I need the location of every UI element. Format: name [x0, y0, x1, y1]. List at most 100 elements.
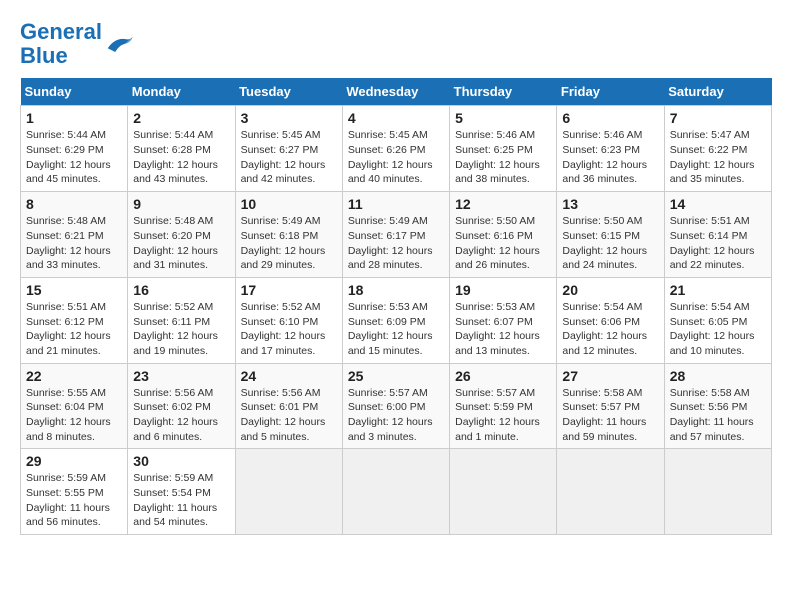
- calendar-cell: 20 Sunrise: 5:54 AM Sunset: 6:06 PM Dayli…: [557, 277, 664, 363]
- calendar-cell: 8 Sunrise: 5:48 AM Sunset: 6:21 PM Daylig…: [21, 192, 128, 278]
- calendar-cell: 14 Sunrise: 5:51 AM Sunset: 6:14 PM Dayli…: [664, 192, 771, 278]
- calendar-cell: 10 Sunrise: 5:49 AM Sunset: 6:18 PM Dayli…: [235, 192, 342, 278]
- calendar-table: SundayMondayTuesdayWednesdayThursdayFrid…: [20, 78, 772, 535]
- day-info: Sunrise: 5:50 AM Sunset: 6:16 PM Dayligh…: [455, 214, 551, 273]
- calendar-cell: 16 Sunrise: 5:52 AM Sunset: 6:11 PM Dayli…: [128, 277, 235, 363]
- day-number: 11: [348, 196, 444, 212]
- day-number: 4: [348, 110, 444, 126]
- day-info: Sunrise: 5:48 AM Sunset: 6:21 PM Dayligh…: [26, 214, 122, 273]
- day-info: Sunrise: 5:47 AM Sunset: 6:22 PM Dayligh…: [670, 128, 766, 187]
- day-info: Sunrise: 5:45 AM Sunset: 6:27 PM Dayligh…: [241, 128, 337, 187]
- calendar-cell: 18 Sunrise: 5:53 AM Sunset: 6:09 PM Dayli…: [342, 277, 449, 363]
- day-info: Sunrise: 5:50 AM Sunset: 6:15 PM Dayligh…: [562, 214, 658, 273]
- day-number: 10: [241, 196, 337, 212]
- day-number: 13: [562, 196, 658, 212]
- calendar-cell: 21 Sunrise: 5:54 AM Sunset: 6:05 PM Dayli…: [664, 277, 771, 363]
- calendar-cell: 19 Sunrise: 5:53 AM Sunset: 6:07 PM Dayli…: [450, 277, 557, 363]
- day-info: Sunrise: 5:49 AM Sunset: 6:17 PM Dayligh…: [348, 214, 444, 273]
- day-number: 16: [133, 282, 229, 298]
- day-number: 9: [133, 196, 229, 212]
- day-info: Sunrise: 5:48 AM Sunset: 6:20 PM Dayligh…: [133, 214, 229, 273]
- day-info: Sunrise: 5:57 AM Sunset: 5:59 PM Dayligh…: [455, 386, 551, 445]
- calendar-cell: 25Sunrise: 5:57 AM Sunset: 6:00 PM Dayli…: [342, 363, 449, 449]
- calendar-cell: [557, 449, 664, 535]
- day-number: 28: [670, 368, 766, 384]
- day-number: 21: [670, 282, 766, 298]
- day-info: Sunrise: 5:46 AM Sunset: 6:25 PM Dayligh…: [455, 128, 551, 187]
- day-info: Sunrise: 5:54 AM Sunset: 6:05 PM Dayligh…: [670, 300, 766, 359]
- weekday-header-saturday: Saturday: [664, 78, 771, 106]
- day-number: 12: [455, 196, 551, 212]
- day-number: 27: [562, 368, 658, 384]
- day-number: 19: [455, 282, 551, 298]
- day-number: 18: [348, 282, 444, 298]
- day-number: 8: [26, 196, 122, 212]
- calendar-cell: 23 Sunrise: 5:56 AM Sunset: 6:02 PM Dayli…: [128, 363, 235, 449]
- calendar-cell: 28 Sunrise: 5:58 AM Sunset: 5:56 PM Dayli…: [664, 363, 771, 449]
- day-info: Sunrise: 5:51 AM Sunset: 6:14 PM Dayligh…: [670, 214, 766, 273]
- day-number: 14: [670, 196, 766, 212]
- day-info: Sunrise: 5:59 AM Sunset: 5:54 PM Dayligh…: [133, 471, 229, 530]
- calendar-cell: 3 Sunrise: 5:45 AM Sunset: 6:27 PM Daylig…: [235, 106, 342, 192]
- calendar-cell: 7 Sunrise: 5:47 AM Sunset: 6:22 PM Daylig…: [664, 106, 771, 192]
- calendar-cell: [235, 449, 342, 535]
- calendar-week-row: 29 Sunrise: 5:59 AM Sunset: 5:55 PM Dayli…: [21, 449, 772, 535]
- day-number: 23: [133, 368, 229, 384]
- weekday-header-row: SundayMondayTuesdayWednesdayThursdayFrid…: [21, 78, 772, 106]
- calendar-week-row: 1Sunrise: 5:44 AM Sunset: 6:29 PM Daylig…: [21, 106, 772, 192]
- day-info: Sunrise: 5:51 AM Sunset: 6:12 PM Dayligh…: [26, 300, 122, 359]
- day-number: 24: [241, 368, 337, 384]
- calendar-cell: 29 Sunrise: 5:59 AM Sunset: 5:55 PM Dayli…: [21, 449, 128, 535]
- calendar-cell: 22Sunrise: 5:55 AM Sunset: 6:04 PM Dayli…: [21, 363, 128, 449]
- day-number: 5: [455, 110, 551, 126]
- logo-general: General: [20, 19, 102, 44]
- calendar-week-row: 22Sunrise: 5:55 AM Sunset: 6:04 PM Dayli…: [21, 363, 772, 449]
- logo: General Blue: [20, 20, 134, 68]
- calendar-cell: [450, 449, 557, 535]
- day-number: 15: [26, 282, 122, 298]
- day-info: Sunrise: 5:58 AM Sunset: 5:56 PM Dayligh…: [670, 386, 766, 445]
- day-number: 3: [241, 110, 337, 126]
- day-info: Sunrise: 5:53 AM Sunset: 6:07 PM Dayligh…: [455, 300, 551, 359]
- day-info: Sunrise: 5:56 AM Sunset: 6:01 PM Dayligh…: [241, 386, 337, 445]
- day-number: 26: [455, 368, 551, 384]
- calendar-cell: 12 Sunrise: 5:50 AM Sunset: 6:16 PM Dayli…: [450, 192, 557, 278]
- logo-bird-icon: [104, 32, 134, 57]
- weekday-header-monday: Monday: [128, 78, 235, 106]
- calendar-cell: 24 Sunrise: 5:56 AM Sunset: 6:01 PM Dayli…: [235, 363, 342, 449]
- day-info: Sunrise: 5:52 AM Sunset: 6:11 PM Dayligh…: [133, 300, 229, 359]
- day-info: Sunrise: 5:58 AM Sunset: 5:57 PM Dayligh…: [562, 386, 658, 445]
- calendar-cell: 13 Sunrise: 5:50 AM Sunset: 6:15 PM Dayli…: [557, 192, 664, 278]
- day-info: Sunrise: 5:52 AM Sunset: 6:10 PM Dayligh…: [241, 300, 337, 359]
- calendar-cell: 5 Sunrise: 5:46 AM Sunset: 6:25 PM Daylig…: [450, 106, 557, 192]
- day-number: 20: [562, 282, 658, 298]
- day-info: Sunrise: 5:44 AM Sunset: 6:28 PM Dayligh…: [133, 128, 229, 187]
- day-number: 29: [26, 453, 122, 469]
- weekday-header-friday: Friday: [557, 78, 664, 106]
- day-info: Sunrise: 5:49 AM Sunset: 6:18 PM Dayligh…: [241, 214, 337, 273]
- weekday-header-thursday: Thursday: [450, 78, 557, 106]
- day-info: Sunrise: 5:54 AM Sunset: 6:06 PM Dayligh…: [562, 300, 658, 359]
- day-info: Sunrise: 5:45 AM Sunset: 6:26 PM Dayligh…: [348, 128, 444, 187]
- day-number: 2: [133, 110, 229, 126]
- calendar-cell: 30 Sunrise: 5:59 AM Sunset: 5:54 PM Dayli…: [128, 449, 235, 535]
- calendar-week-row: 15 Sunrise: 5:51 AM Sunset: 6:12 PM Dayli…: [21, 277, 772, 363]
- day-info: Sunrise: 5:57 AM Sunset: 6:00 PM Dayligh…: [348, 386, 444, 445]
- day-number: 22: [26, 368, 122, 384]
- day-number: 30: [133, 453, 229, 469]
- day-info: Sunrise: 5:46 AM Sunset: 6:23 PM Dayligh…: [562, 128, 658, 187]
- header-section: General Blue: [20, 20, 772, 68]
- day-number: 7: [670, 110, 766, 126]
- calendar-cell: 11 Sunrise: 5:49 AM Sunset: 6:17 PM Dayli…: [342, 192, 449, 278]
- day-info: Sunrise: 5:56 AM Sunset: 6:02 PM Dayligh…: [133, 386, 229, 445]
- calendar-cell: [342, 449, 449, 535]
- calendar-cell: 17Sunrise: 5:52 AM Sunset: 6:10 PM Dayli…: [235, 277, 342, 363]
- calendar-cell: 1Sunrise: 5:44 AM Sunset: 6:29 PM Daylig…: [21, 106, 128, 192]
- day-info: Sunrise: 5:59 AM Sunset: 5:55 PM Dayligh…: [26, 471, 122, 530]
- day-info: Sunrise: 5:53 AM Sunset: 6:09 PM Dayligh…: [348, 300, 444, 359]
- calendar-cell: 27 Sunrise: 5:58 AM Sunset: 5:57 PM Dayli…: [557, 363, 664, 449]
- weekday-header-tuesday: Tuesday: [235, 78, 342, 106]
- calendar-cell: 26 Sunrise: 5:57 AM Sunset: 5:59 PM Dayli…: [450, 363, 557, 449]
- calendar-cell: 9 Sunrise: 5:48 AM Sunset: 6:20 PM Daylig…: [128, 192, 235, 278]
- day-number: 6: [562, 110, 658, 126]
